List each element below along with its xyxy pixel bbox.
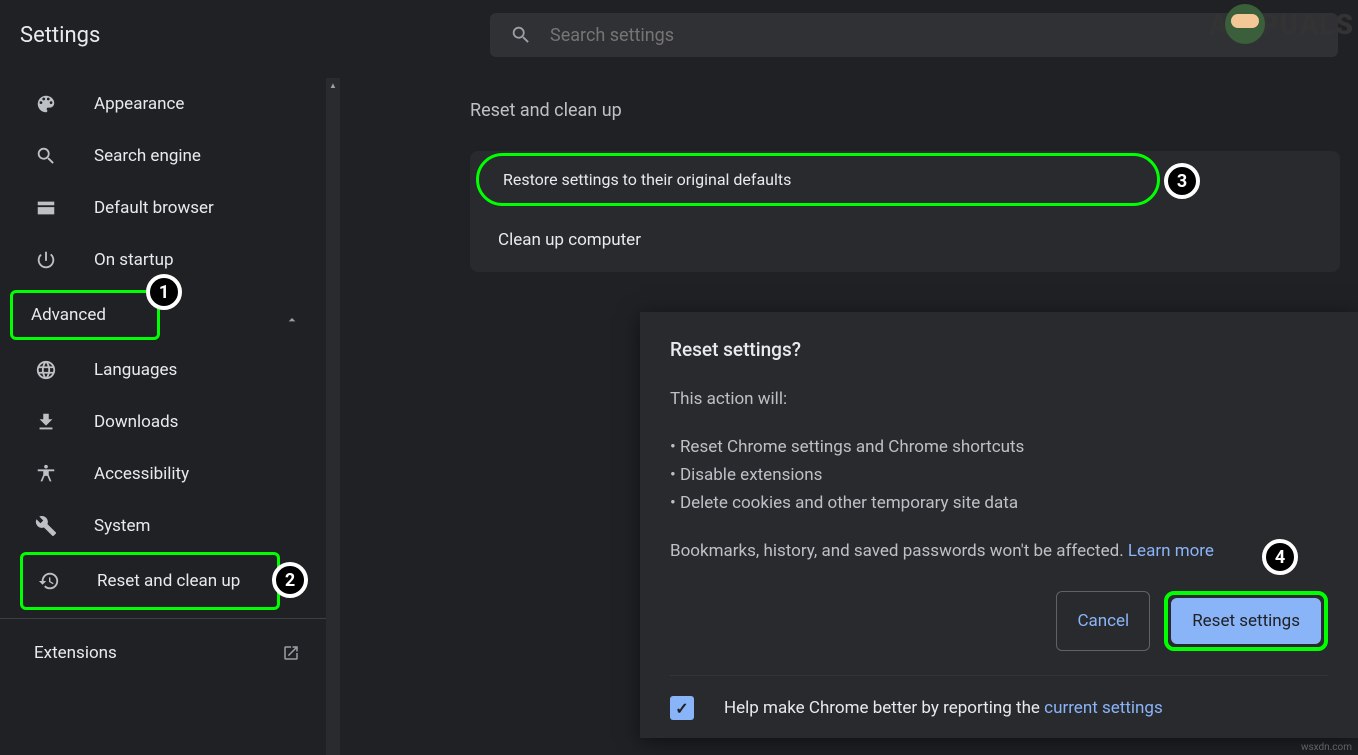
page-title: Settings <box>20 23 490 48</box>
settings-card: Restore settings to their original defau… <box>470 151 1340 272</box>
section-title: Reset and clean up <box>470 100 1358 121</box>
divider <box>0 618 340 619</box>
cleanup-label: Clean up computer <box>498 230 641 250</box>
sidebar-item-label: System <box>94 516 150 536</box>
header: Settings <box>0 0 1358 70</box>
source-text: wsxdn.com <box>1301 742 1352 753</box>
dialog-title: Reset settings? <box>670 338 1328 361</box>
advanced-toggle[interactable]: Advanced <box>13 293 157 337</box>
sidebar-item-accessibility[interactable]: Accessibility <box>0 448 340 500</box>
browser-icon <box>34 196 58 220</box>
checkbox-label: Help make Chrome better by reporting the <box>724 698 1044 718</box>
restore-label: Restore settings to their original defau… <box>503 170 791 189</box>
advanced-label: Advanced <box>31 305 106 325</box>
cancel-button[interactable]: Cancel <box>1056 591 1150 651</box>
dialog-footer: Bookmarks, history, and saved passwords … <box>670 541 1328 561</box>
current-settings-link[interactable]: current settings <box>1044 698 1163 718</box>
download-icon <box>34 410 58 434</box>
bullet-item: • Disable extensions <box>670 461 1328 489</box>
restore-icon <box>37 569 61 593</box>
reset-settings-button[interactable]: Reset settings <box>1171 598 1321 644</box>
bullet-item: • Delete cookies and other temporary sit… <box>670 489 1328 517</box>
dialog-bullets: • Reset Chrome settings and Chrome short… <box>670 433 1328 517</box>
watermark-face-icon <box>1225 4 1265 44</box>
sidebar-item-default-browser[interactable]: Default browser <box>0 182 340 234</box>
globe-icon <box>34 358 58 382</box>
sidebar-item-languages[interactable]: Languages <box>0 344 340 396</box>
cleanup-computer-row[interactable]: Clean up computer <box>470 208 1340 272</box>
dialog-intro: This action will: <box>670 385 1328 413</box>
sidebar-item-extensions[interactable]: Extensions <box>0 627 340 679</box>
watermark-logo: A PUALS <box>1209 4 1354 44</box>
sidebar-item-label: Appearance <box>94 94 184 114</box>
extensions-label: Extensions <box>34 643 117 663</box>
sidebar-item-downloads[interactable]: Downloads <box>0 396 340 448</box>
search-icon <box>510 24 532 46</box>
bullet-item: • Reset Chrome settings and Chrome short… <box>670 433 1328 461</box>
annotation-badge-4: 4 <box>1262 539 1298 575</box>
sidebar-item-label: Downloads <box>94 412 178 432</box>
annotation-badge-3: 3 <box>1164 163 1200 199</box>
sidebar-item-appearance[interactable]: Appearance <box>0 78 340 130</box>
chevron-up-icon <box>284 312 300 328</box>
checkbox-text: Help make Chrome better by reporting the… <box>724 698 1163 718</box>
check-icon: ✓ <box>675 699 688 718</box>
search-icon <box>34 144 58 168</box>
reset-settings-dialog: Reset settings? This action will: • Rese… <box>640 312 1358 738</box>
sidebar-item-label: Reset and clean up <box>97 571 240 591</box>
footer-text: Bookmarks, history, and saved passwords … <box>670 541 1128 561</box>
power-icon <box>34 248 58 272</box>
accessibility-icon <box>34 462 58 486</box>
report-checkbox[interactable]: ✓ <box>670 696 694 720</box>
sidebar-item-label: Languages <box>94 360 177 380</box>
palette-icon <box>34 92 58 116</box>
watermark-right: PUALS <box>1261 8 1354 41</box>
sidebar: ▲ Appearance Search engine Default brows… <box>0 70 340 755</box>
learn-more-link[interactable]: Learn more <box>1128 541 1214 561</box>
sidebar-item-system[interactable]: System <box>0 500 340 552</box>
report-checkbox-row: ✓ Help make Chrome better by reporting t… <box>670 675 1328 720</box>
sidebar-item-label: Accessibility <box>94 464 189 484</box>
wrench-icon <box>34 514 58 538</box>
sidebar-item-search-engine[interactable]: Search engine <box>0 130 340 182</box>
annotation-badge-1: 1 <box>146 274 182 310</box>
sidebar-item-reset-cleanup[interactable]: Reset and clean up <box>23 555 277 607</box>
open-in-new-icon <box>282 644 300 662</box>
sidebar-item-label: Search engine <box>94 146 201 166</box>
search-input[interactable] <box>550 25 1318 46</box>
sidebar-item-label: On startup <box>94 250 174 270</box>
restore-defaults-row[interactable]: Restore settings to their original defau… <box>476 153 1160 206</box>
annotation-badge-2: 2 <box>272 562 308 598</box>
sidebar-item-label: Default browser <box>94 198 214 218</box>
